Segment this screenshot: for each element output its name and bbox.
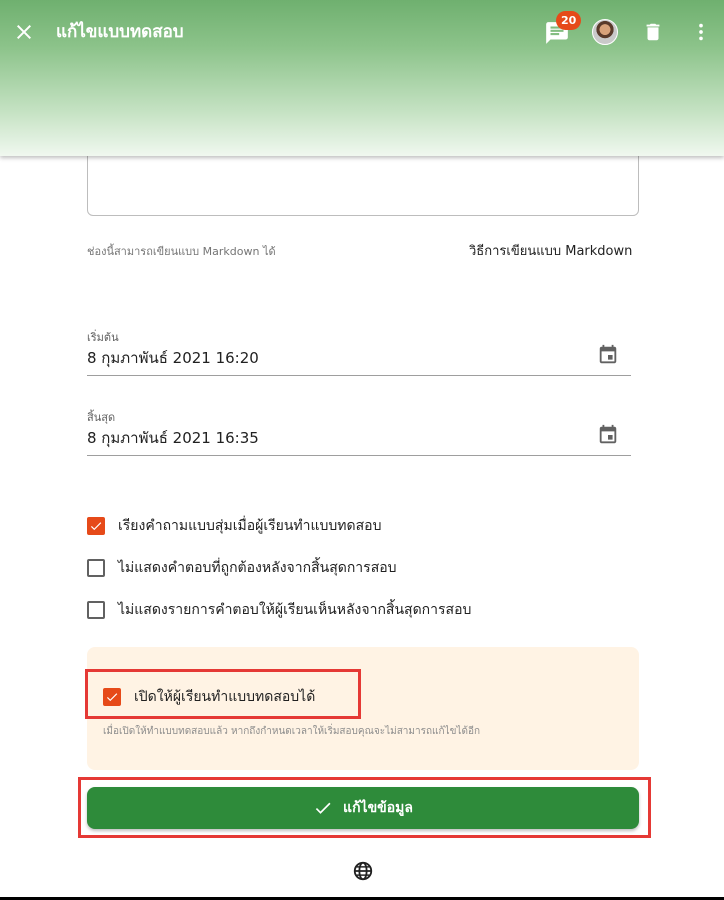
close-icon[interactable]: [12, 20, 36, 44]
markdown-help-link[interactable]: วิธีการเขียนแบบ Markdown: [469, 240, 632, 261]
start-label: เริ่มต้น: [87, 331, 119, 344]
globe-icon[interactable]: [352, 860, 374, 882]
publish-label: เปิดให้ผู้เรียนทำแบบทดสอบได้: [134, 689, 316, 705]
publish-notice-panel: เปิดให้ผู้เรียนทำแบบทดสอบได้ เมื่อเปิดให…: [87, 647, 639, 770]
option-label: ไม่แสดงคำตอบที่ถูกต้องหลังจากสิ้นสุดการส…: [118, 560, 397, 576]
check-icon: [315, 802, 331, 814]
publish-hint: เมื่อเปิดให้ทำแบบทดสอบแล้ว หากถึงกำหนดเว…: [103, 726, 481, 737]
end-value[interactable]: 8 กุมภาพันธ์ 2021 16:35: [87, 426, 259, 450]
checkbox-unchecked[interactable]: [87, 559, 105, 577]
end-datetime-field[interactable]: สิ้นสุด 8 กุมภาพันธ์ 2021 16:35: [87, 408, 631, 456]
submit-label: แก้ไขข้อมูล: [343, 800, 413, 816]
avatar[interactable]: [592, 19, 618, 45]
check-icon: [90, 522, 102, 531]
checkbox-unchecked[interactable]: [87, 601, 105, 619]
calendar-icon[interactable]: [597, 424, 619, 446]
more-vert-icon[interactable]: [690, 21, 712, 43]
option-random-questions[interactable]: เรียงคำถามแบบสุ่มเมื่อผู้เรียนทำแบบทดสอบ: [87, 514, 381, 538]
option-label: ไม่แสดงรายการคำตอบให้ผู้เรียนเห็นหลังจาก…: [118, 602, 472, 618]
option-label: เรียงคำถามแบบสุ่มเมื่อผู้เรียนทำแบบทดสอบ: [118, 518, 382, 534]
option-hide-correct-answers[interactable]: ไม่แสดงคำตอบที่ถูกต้องหลังจากสิ้นสุดการส…: [87, 556, 397, 580]
publish-checkbox-row[interactable]: เปิดให้ผู้เรียนทำแบบทดสอบได้: [103, 685, 315, 709]
markdown-hint: ช่องนี้สามารถเขียนแบบ Markdown ได้: [87, 245, 276, 258]
start-datetime-field[interactable]: เริ่มต้น 8 กุมภาพันธ์ 2021 16:20: [87, 328, 631, 376]
trash-icon[interactable]: [642, 21, 664, 43]
check-icon: [106, 693, 118, 702]
app-bar: แก้ไขแบบทดสอบ 20: [0, 0, 724, 156]
notification-badge: 20: [556, 11, 582, 30]
start-value[interactable]: 8 กุมภาพันธ์ 2021 16:20: [87, 346, 259, 370]
checkbox-checked[interactable]: [103, 688, 121, 706]
submit-button[interactable]: แก้ไขข้อมูล: [87, 787, 639, 829]
page-title: แก้ไขแบบทดสอบ: [56, 22, 184, 42]
option-hide-answer-list[interactable]: ไม่แสดงรายการคำตอบให้ผู้เรียนเห็นหลังจาก…: [87, 598, 471, 622]
calendar-icon[interactable]: [597, 344, 619, 366]
checkbox-checked[interactable]: [87, 517, 105, 535]
end-label: สิ้นสุด: [87, 411, 116, 424]
